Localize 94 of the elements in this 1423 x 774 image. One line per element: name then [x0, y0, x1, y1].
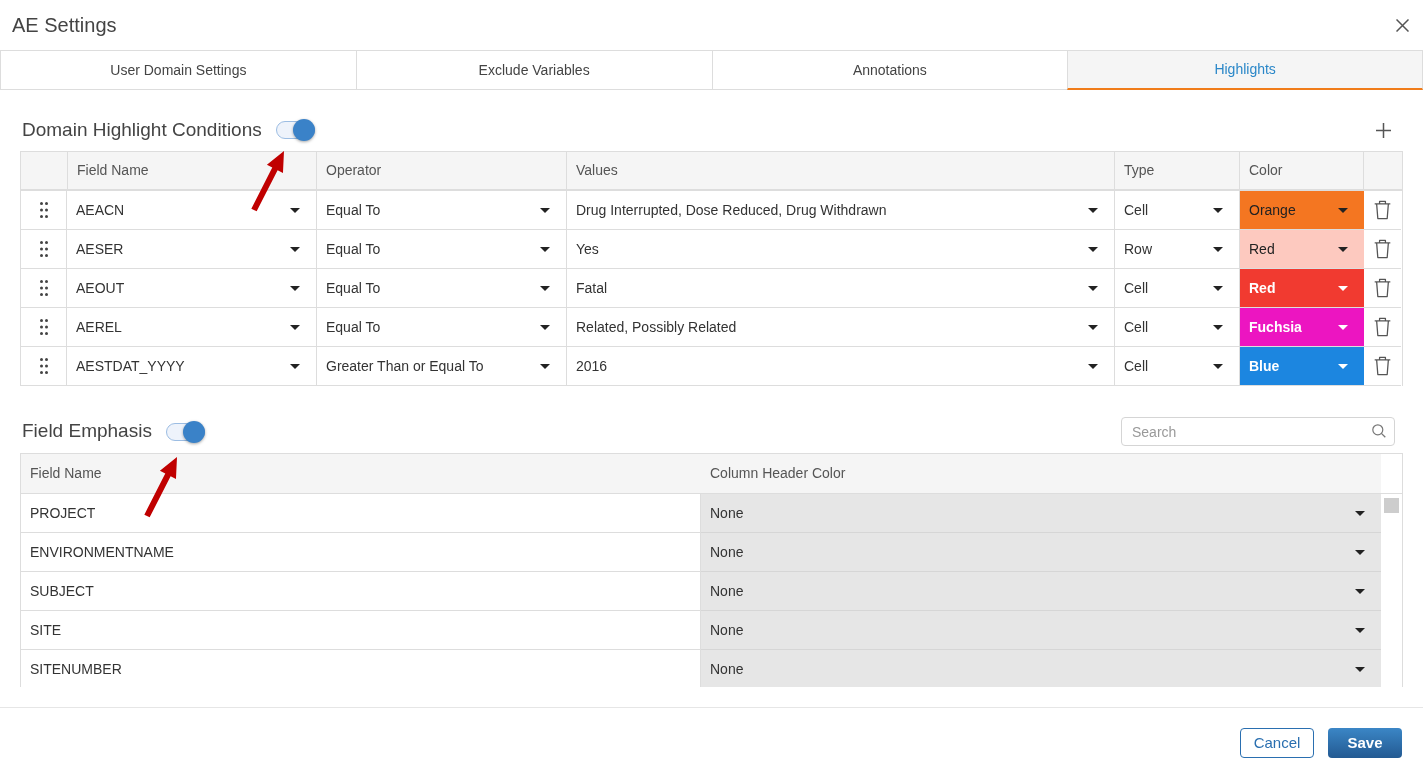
caret-icon [1213, 246, 1223, 252]
operator-dropdown[interactable]: Greater Than or Equal To [317, 347, 567, 386]
trash-icon[interactable] [1374, 317, 1391, 337]
close-icon[interactable] [1396, 18, 1409, 32]
caret-icon [1355, 588, 1365, 594]
caret-icon [1088, 324, 1098, 330]
caret-icon [1338, 363, 1348, 369]
header-color-dropdown[interactable]: None [701, 572, 1381, 611]
operator-dropdown[interactable]: Equal To [317, 230, 567, 269]
drag-handle-icon[interactable] [39, 319, 48, 335]
trash-icon[interactable] [1374, 278, 1391, 298]
field-name-dropdown[interactable]: AESTDAT_YYYY [67, 347, 317, 386]
field-name-dropdown[interactable]: AEREL [67, 308, 317, 347]
trash-icon[interactable] [1374, 200, 1391, 220]
caret-icon [1355, 549, 1365, 555]
table-cell: ENVIRONMENTNAME [21, 533, 701, 572]
field-name-dropdown[interactable]: AESER [67, 230, 317, 269]
caret-icon [290, 363, 300, 369]
caret-icon [540, 285, 550, 291]
trash-icon[interactable] [1374, 356, 1391, 376]
header-color-dropdown[interactable]: None [701, 650, 1381, 687]
color-dropdown[interactable]: Orange [1240, 191, 1364, 230]
caret-icon [1355, 627, 1365, 633]
caret-icon [1355, 510, 1365, 516]
caret-icon [1338, 285, 1348, 291]
tab[interactable]: Highlights [1067, 51, 1423, 90]
scrollbar-thumb[interactable] [1383, 498, 1399, 513]
caret-icon [540, 324, 550, 330]
drag-handle-icon[interactable] [39, 202, 48, 218]
caret-icon [1213, 363, 1223, 369]
caret-icon [1088, 207, 1098, 213]
header-color-dropdown[interactable]: None [701, 611, 1381, 650]
caret-icon [290, 207, 300, 213]
table-cell: PROJECT [21, 494, 701, 533]
column-header: Color [1249, 161, 1283, 180]
caret-icon [290, 246, 300, 252]
search-icon [1372, 424, 1386, 438]
operator-dropdown[interactable]: Equal To [317, 308, 567, 347]
section-title: Field Emphasis [22, 419, 152, 444]
color-dropdown[interactable]: Blue [1240, 347, 1364, 386]
values-dropdown[interactable]: Related, Possibly Related [567, 308, 1115, 347]
caret-icon [1088, 363, 1098, 369]
tab[interactable]: Exclude Variables [355, 51, 712, 90]
annotation-arrow-icon [250, 151, 284, 212]
color-dropdown[interactable]: Red [1240, 269, 1364, 308]
caret-icon [1338, 324, 1348, 330]
tab[interactable]: User Domain Settings [0, 51, 356, 90]
field-name-dropdown[interactable]: AEACN [67, 191, 317, 230]
drag-handle-icon[interactable] [39, 358, 48, 374]
toggle-switch[interactable] [165, 420, 205, 443]
search-field[interactable]: Search [1121, 417, 1395, 446]
caret-icon [540, 363, 550, 369]
color-dropdown[interactable]: Red [1240, 230, 1364, 269]
caret-icon [1338, 207, 1348, 213]
values-dropdown[interactable]: Drug Interrupted, Dose Reduced, Drug Withdrawn [567, 191, 1115, 230]
header-color-dropdown[interactable]: None [701, 533, 1381, 572]
trash-icon[interactable] [1374, 239, 1391, 259]
column-header: Column Header Color [710, 464, 846, 483]
drag-handle-icon[interactable] [39, 241, 48, 257]
annotation-arrow-icon [143, 456, 177, 518]
color-dropdown[interactable]: Fuchsia [1240, 308, 1364, 347]
section-title: Domain Highlight Conditions [22, 117, 262, 142]
save-button[interactable]: Save [1328, 728, 1402, 758]
cancel-button[interactable]: Cancel [1240, 728, 1314, 758]
column-header: Field Name [30, 464, 102, 483]
header-color-dropdown[interactable]: None [701, 494, 1381, 533]
operator-dropdown[interactable]: Equal To [317, 191, 567, 230]
toggle-switch[interactable] [275, 119, 315, 141]
caret-icon [540, 246, 550, 252]
dialog-title: AE Settings [12, 13, 117, 38]
tab[interactable]: Annotations [711, 51, 1068, 90]
caret-icon [1088, 246, 1098, 252]
caret-icon [1213, 285, 1223, 291]
column-header: Values [576, 161, 618, 180]
values-dropdown[interactable]: 2016 [567, 347, 1115, 386]
column-header: Type [1124, 161, 1155, 180]
caret-icon [1213, 207, 1223, 213]
table-cell: SITE [21, 611, 701, 650]
caret-icon [1355, 666, 1365, 672]
column-header: Operator [326, 161, 382, 180]
values-dropdown[interactable]: Fatal [567, 269, 1115, 308]
field-name-dropdown[interactable]: AEOUT [67, 269, 317, 308]
caret-icon [540, 207, 550, 213]
drag-handle-icon[interactable] [39, 280, 48, 296]
operator-dropdown[interactable]: Equal To [317, 269, 567, 308]
plus-icon[interactable] [1376, 122, 1391, 138]
table-cell: SUBJECT [21, 572, 701, 611]
column-header: Field Name [77, 161, 149, 180]
caret-icon [1213, 324, 1223, 330]
values-dropdown[interactable]: Yes [567, 230, 1115, 269]
caret-icon [1338, 246, 1348, 252]
caret-icon [290, 285, 300, 291]
caret-icon [290, 324, 300, 330]
caret-icon [1088, 285, 1098, 291]
